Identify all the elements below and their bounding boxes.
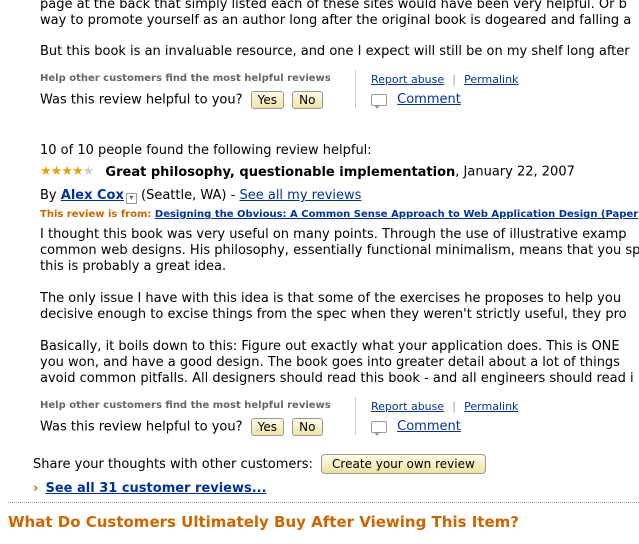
separator: |: [452, 400, 457, 413]
help-others-label: Help other customers find the most helpf…: [40, 73, 331, 84]
star-rating: ★★★★★: [40, 164, 95, 180]
divider: [355, 70, 356, 108]
separator: |: [452, 73, 457, 86]
helpful-vote-row: Was this review helpful to you? Yes No: [40, 91, 323, 109]
review-author-row: By Alex Cox ▾ (Seattle, WA) - See all my …: [40, 188, 361, 204]
see-all-my-reviews-link[interactable]: See all my reviews: [239, 188, 361, 203]
review-actions: Report abuse | Permalink: [371, 72, 518, 87]
comment-row[interactable]: Comment: [371, 92, 461, 109]
dash: -: [230, 188, 236, 203]
author-location: (Seattle, WA): [141, 188, 227, 203]
prev-review-text-line: But this book is an invaluable resource,…: [40, 44, 630, 59]
no-button[interactable]: No: [292, 91, 323, 109]
author-link[interactable]: Alex Cox: [61, 188, 124, 203]
share-label: Share your thoughts with other customers…: [33, 457, 313, 472]
comment-icon: [371, 93, 387, 109]
section-heading: What Do Customers Ultimately Buy After V…: [8, 513, 519, 531]
arrow-right-icon: ›: [33, 481, 39, 496]
helpful-count: 10 of 10 people found the following revi…: [40, 143, 372, 158]
helpful-vote-row: Was this review helpful to you? Yes No: [40, 418, 323, 436]
chevron-down-icon[interactable]: ▾: [125, 193, 137, 204]
report-abuse-link[interactable]: Report abuse: [371, 400, 444, 413]
no-button[interactable]: No: [292, 418, 323, 436]
star-empty-icon: ★: [82, 164, 95, 179]
prev-review-text-line: page at the back that simply listed each…: [40, 0, 627, 12]
help-others-label: Help other customers find the most helpf…: [40, 400, 331, 411]
section-divider: [8, 502, 639, 503]
review-text-line: this is probably a great idea.: [40, 259, 227, 274]
review-text-line: avoid common pitfalls. All designers sho…: [40, 371, 634, 386]
create-review-button[interactable]: Create your own review: [321, 454, 486, 474]
star-icon: ★: [71, 164, 84, 179]
review-text-line: Basically, it boils down to this: Figure…: [40, 339, 620, 354]
review-text-line: decisive enough to excise things from th…: [40, 307, 627, 322]
review-text-line: I thought this book was very useful on m…: [40, 227, 627, 242]
product-link[interactable]: Designing the Obvious: A Common Sense Ap…: [155, 209, 638, 220]
permalink-link[interactable]: Permalink: [464, 73, 518, 86]
review-from-label: This review is from:: [40, 209, 152, 220]
was-helpful-label: Was this review helpful to you?: [40, 419, 243, 435]
comment-row[interactable]: Comment: [371, 419, 461, 436]
see-all-reviews-link[interactable]: See all 31 customer reviews...: [46, 481, 267, 496]
see-all-reviews-row: › See all 31 customer reviews...: [33, 481, 267, 497]
review-text-line: The only issue I have with this idea is …: [40, 291, 622, 306]
share-row: Share your thoughts with other customers…: [33, 454, 486, 475]
comment-icon: [371, 420, 387, 436]
review-title: Great philosophy, questionable implement…: [105, 164, 456, 180]
review-text-line: you won, and have a good design. The boo…: [40, 355, 620, 370]
by-label: By: [40, 188, 57, 203]
star-icon: ★: [40, 164, 52, 179]
yes-button[interactable]: Yes: [250, 91, 285, 109]
report-abuse-link[interactable]: Report abuse: [371, 73, 444, 86]
review-actions: Report abuse | Permalink: [371, 399, 518, 414]
divider: [355, 397, 356, 435]
comment-link[interactable]: Comment: [397, 92, 461, 107]
review-from-row: This review is from: Designing the Obvio…: [40, 209, 638, 220]
review-date: , January 22, 2007: [455, 164, 575, 180]
was-helpful-label: Was this review helpful to you?: [40, 92, 243, 108]
permalink-link[interactable]: Permalink: [464, 400, 518, 413]
review-text-line: common web designs. His philosophy, esse…: [40, 243, 639, 258]
yes-button[interactable]: Yes: [250, 418, 285, 436]
comment-link[interactable]: Comment: [397, 419, 461, 434]
review-header: ★★★★★ Great philosophy, questionable imp…: [40, 164, 575, 181]
prev-review-text-line: way to promote yourself as an author lon…: [40, 13, 632, 28]
star-icon: ★: [50, 164, 63, 179]
star-icon: ★: [61, 164, 73, 179]
